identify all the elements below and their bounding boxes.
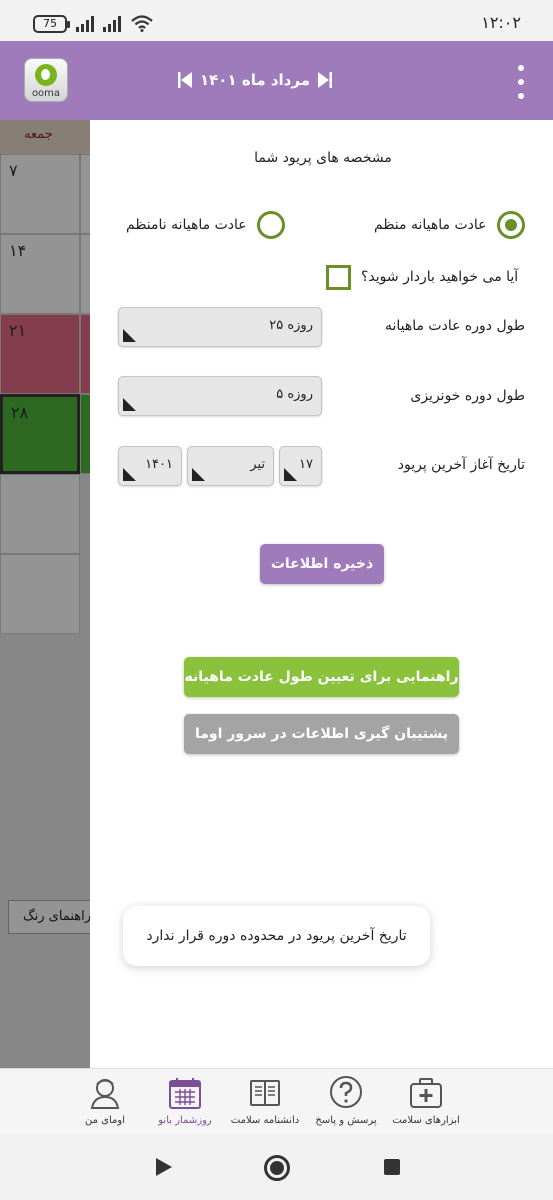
- signal-strength-icon: [76, 14, 94, 32]
- previous-month-icon[interactable]: [178, 72, 192, 88]
- back-icon[interactable]: [156, 1158, 172, 1176]
- pregnancy-checkbox[interactable]: [326, 264, 351, 290]
- pregnancy-question: آیا می خواهید باردار شوید؟: [361, 269, 519, 285]
- dropdown-corner-icon: [123, 398, 136, 411]
- month-title: مرداد ماه ۱۴۰۱: [200, 71, 310, 89]
- dropdown-corner-icon: [123, 329, 136, 342]
- regular-cycle-option[interactable]: عادت ماهیانه منظم: [374, 210, 525, 240]
- regular-cycle-radio[interactable]: [496, 211, 525, 239]
- recent-apps-icon[interactable]: [384, 1159, 400, 1175]
- encyclopedia-icon: [250, 1080, 280, 1106]
- clock: ۱۲:۰۲: [481, 13, 521, 32]
- dropdown-corner-icon: [284, 468, 297, 481]
- question-bubble-icon: [330, 1076, 362, 1108]
- pregnancy-option[interactable]: آیا می خواهید باردار شوید؟: [326, 263, 518, 291]
- bleeding-length-spinner[interactable]: ۵ روزه: [118, 376, 322, 416]
- last-period-month-value: تیر: [250, 457, 265, 472]
- nav-health-tools[interactable]: ابزارهای سلامت: [386, 1073, 466, 1133]
- cycle-length-spinner[interactable]: ۲۵ روزه: [118, 307, 322, 347]
- backup-button[interactable]: پشتیبان گیری اطلاعات در سرور اوما: [184, 714, 459, 754]
- ooma-logo[interactable]: ooma: [24, 58, 68, 102]
- leaf-icon: [35, 64, 57, 86]
- calendar-icon: [169, 1078, 201, 1109]
- medical-kit-icon: [410, 1078, 442, 1108]
- last-period-day-value: ۱۷: [299, 457, 313, 472]
- status-bar: 75 ۱۲:۰۲: [0, 0, 553, 41]
- cycle-length-value: ۲۵ روزه: [269, 318, 313, 333]
- nav-questions[interactable]: پرسش و پاسخ: [306, 1073, 386, 1133]
- month-navigator: مرداد ماه ۱۴۰۱: [178, 67, 332, 93]
- overflow-menu-icon[interactable]: [517, 65, 525, 99]
- next-month-icon[interactable]: [318, 72, 332, 88]
- last-period-day-spinner[interactable]: ۱۷: [279, 446, 322, 486]
- dropdown-corner-icon: [123, 468, 136, 481]
- nav-calendar[interactable]: روزشمار بانو: [145, 1073, 225, 1133]
- home-icon[interactable]: [264, 1155, 290, 1181]
- irregular-cycle-radio[interactable]: [256, 211, 285, 239]
- last-period-label: تاریخ آغاز آخرین پریود: [397, 457, 525, 473]
- wifi-icon: [131, 15, 153, 32]
- save-button[interactable]: ذخیره اطلاعات: [260, 544, 384, 584]
- bottom-navigation: ابزارهای سلامت پرسش و پاسخ دانشنامه سلام…: [0, 1068, 553, 1134]
- bleeding-length-value: ۵ روزه: [276, 387, 313, 402]
- toast-message: تاریخ آخرین پریود در محدوده دوره قرار ند…: [123, 906, 430, 966]
- regular-cycle-label: عادت ماهیانه منظم: [374, 217, 487, 233]
- signal-strength-icon-2: [103, 14, 121, 32]
- panel-title: مشخصه های پریود شما: [254, 150, 392, 166]
- irregular-cycle-label: عادت ماهیانه نامنظم: [126, 217, 247, 233]
- bleeding-length-label: طول دوره خونریزی: [410, 388, 525, 404]
- app-bar: ooma مرداد ماه ۱۴۰۱: [0, 41, 553, 120]
- nav-my-ooma[interactable]: اومای من: [65, 1073, 145, 1133]
- last-period-year-spinner[interactable]: ۱۴۰۱: [118, 446, 182, 486]
- battery-indicator: 75: [33, 15, 70, 33]
- profile-icon: [90, 1079, 120, 1109]
- nav-encyclopedia[interactable]: دانشنامه سلامت: [225, 1073, 305, 1133]
- cycle-length-label: طول دوره عادت ماهیانه: [384, 318, 525, 334]
- irregular-cycle-option[interactable]: عادت ماهیانه نامنظم: [126, 210, 285, 240]
- dropdown-corner-icon: [192, 468, 205, 481]
- system-navigation-bar: [0, 1134, 553, 1200]
- last-period-month-spinner[interactable]: تیر: [187, 446, 274, 486]
- nav-label: اومای من: [85, 1115, 125, 1126]
- last-period-year-value: ۱۴۰۱: [145, 457, 173, 472]
- logo-text: ooma: [31, 88, 61, 99]
- cycle-guide-button[interactable]: راهنمایی برای تعیین طول عادت ماهیانه: [184, 657, 459, 697]
